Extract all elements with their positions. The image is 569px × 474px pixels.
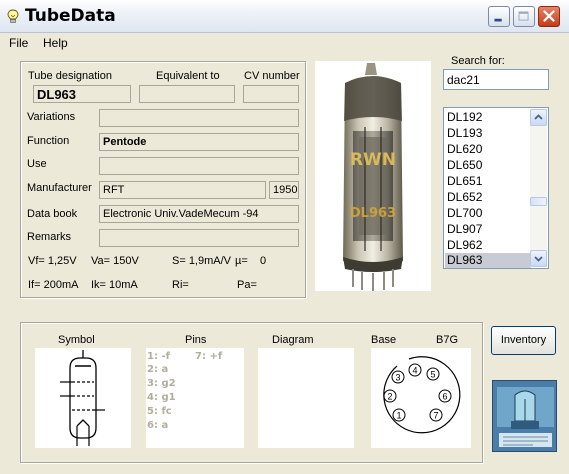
pins-box: 1: -f 2: a 3: g2 4: g1 5: fc 6: a 7: +f [146, 348, 244, 448]
minimize-button[interactable] [488, 6, 510, 27]
pin-entry: 1: -f [147, 351, 170, 362]
scroll-thumb[interactable] [530, 197, 547, 206]
base-pin-label: 7 [433, 411, 438, 421]
menu-help[interactable]: Help [43, 36, 68, 50]
base-type: B7G [436, 334, 459, 346]
list-item[interactable]: DL700 [445, 206, 531, 221]
base-box: 3 4 5 2 6 1 7 [371, 348, 471, 448]
title-bar: TubeData [0, 0, 569, 33]
window-title: TubeData [25, 6, 116, 26]
base-pin-label: 2 [387, 392, 392, 402]
databook-field[interactable]: Electronic Univ.VadeMecum -94 [99, 205, 299, 223]
pins-header: Pins [185, 334, 207, 346]
scroll-down-button[interactable] [530, 250, 547, 267]
base-pin-label: 5 [430, 370, 435, 380]
list-item[interactable]: DL650 [445, 158, 531, 173]
lightbulb-icon [7, 9, 19, 23]
search-label: Search for: [451, 55, 505, 67]
symbol-header: Symbol [58, 334, 95, 346]
list-item[interactable]: DL907 [445, 222, 531, 237]
photo-brand-text: RWN [350, 150, 396, 170]
list-item[interactable]: DL962 [445, 238, 531, 253]
chevron-up-icon [534, 114, 543, 120]
manufacturer-label: Manufacturer [27, 182, 92, 194]
pin-entry: 3: g2 [147, 378, 176, 389]
pin-entry: 5: fc [147, 406, 172, 417]
remarks-label: Remarks [27, 231, 72, 243]
pin-entry: 7: +f [195, 351, 223, 362]
pin-entry: 4: g1 [147, 392, 176, 403]
menu-help-label: Help [43, 36, 68, 50]
close-icon [543, 10, 555, 22]
search-input[interactable] [443, 69, 549, 90]
manufacturer-field[interactable]: RFT [99, 181, 266, 199]
use-label: Use [27, 158, 47, 170]
pin-entry: 2: a [147, 364, 169, 375]
param-pa: Pa= [237, 279, 257, 291]
chevron-down-icon [534, 256, 543, 262]
equivalent-field[interactable] [139, 85, 235, 103]
base-pinout-icon: 3 4 5 2 6 1 7 [383, 356, 461, 434]
base-pin-label: 3 [395, 373, 400, 383]
function-field[interactable]: Pentode [99, 133, 299, 151]
list-item-selected[interactable]: DL963 [445, 253, 531, 268]
app-logo [492, 380, 557, 452]
tube-listbox[interactable]: DL192 DL193 DL620 DL650 DL651 DL652 DL70… [443, 107, 549, 269]
param-vf: Vf= 1,25V [28, 255, 77, 267]
maximize-icon [518, 11, 529, 21]
tube-logo-icon [493, 381, 556, 451]
pentode-symbol-icon [60, 350, 105, 446]
diagram-box [258, 348, 354, 448]
remarks-field[interactable] [99, 229, 299, 247]
designation-label: Tube designation [28, 70, 112, 82]
base-pin-label: 6 [442, 392, 447, 402]
param-va: Va= 150V [91, 255, 139, 267]
list-scrollbar[interactable] [530, 109, 547, 267]
base-pin-label: 1 [396, 411, 401, 421]
variations-field[interactable] [99, 109, 299, 127]
diagram-header: Diagram [272, 334, 314, 346]
tube-symbol-box [35, 348, 131, 448]
param-mu-value: 0 [260, 255, 267, 267]
scroll-up-button[interactable] [530, 109, 547, 126]
maximize-button[interactable] [513, 6, 535, 27]
inventory-button-label: Inventory [500, 334, 547, 346]
param-if: If= 200mA [28, 279, 79, 291]
menu-file[interactable]: File [9, 36, 28, 50]
param-ik: Ik= 10mA [91, 279, 138, 291]
list-item[interactable]: DL652 [445, 190, 531, 205]
use-field[interactable] [99, 157, 299, 175]
tube-photo: RWN DL963 [315, 61, 431, 291]
inventory-button[interactable]: Inventory [491, 326, 556, 355]
menu-file-label: File [9, 36, 29, 50]
list-item[interactable]: DL193 [445, 126, 531, 141]
base-pin-label: 4 [412, 366, 417, 376]
pin-entry: 6: a [147, 420, 169, 431]
photo-marking-text: DL963 [350, 206, 396, 221]
menu-bar: File Help [0, 33, 569, 53]
variations-label: Variations [27, 111, 76, 123]
year-field[interactable]: 1950 [269, 181, 299, 199]
cv-label: CV number [244, 70, 300, 82]
list-item[interactable]: DL651 [445, 174, 531, 189]
param-ri: Ri= [172, 279, 189, 291]
equivalent-label: Equivalent to [156, 70, 220, 82]
designation-field[interactable]: DL963 [33, 85, 131, 103]
param-mu: µ= [235, 255, 248, 267]
close-button[interactable] [538, 6, 560, 27]
minimize-icon [494, 18, 502, 22]
vacuum-tube-image: RWN DL963 [343, 63, 403, 291]
list-item[interactable]: DL620 [445, 142, 531, 157]
base-header: Base [371, 334, 397, 346]
list-item[interactable]: DL192 [445, 110, 531, 125]
param-s: S= 1,9mA/V [172, 255, 232, 267]
cv-field[interactable] [243, 85, 299, 103]
databook-label: Data book [27, 208, 78, 220]
function-label: Function [27, 135, 70, 147]
